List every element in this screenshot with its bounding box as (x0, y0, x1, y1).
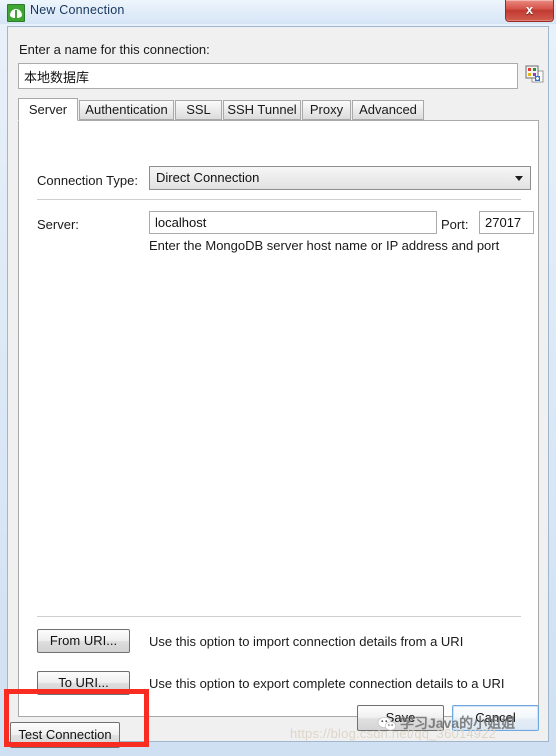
from-uri-button[interactable]: From URI... (37, 629, 130, 653)
tab-server[interactable]: Server (18, 98, 78, 121)
tab-advanced[interactable]: Advanced (352, 100, 424, 120)
test-connection-button[interactable]: Test Connection (10, 722, 120, 748)
tab-authentication[interactable]: Authentication (79, 100, 174, 120)
cancel-button[interactable]: Cancel (452, 705, 539, 731)
mongodb-leaf-icon (7, 4, 25, 22)
save-button[interactable]: Save (357, 705, 444, 731)
chevron-down-icon (515, 176, 523, 181)
tab-proxy[interactable]: Proxy (302, 100, 351, 120)
divider-bottom (37, 616, 521, 617)
color-swatch-icon[interactable] (525, 65, 544, 84)
close-icon[interactable]: x (505, 0, 554, 22)
connection-type-select[interactable]: Direct Connection (149, 166, 531, 190)
connection-type-label: Connection Type: (37, 173, 138, 188)
connection-type-value: Direct Connection (156, 170, 260, 185)
title-bar: New Connection x (0, 0, 556, 24)
port-label: Port: (441, 217, 469, 232)
window-title: New Connection (30, 3, 125, 17)
connection-name-label: Enter a name for this connection: (19, 42, 210, 57)
server-host-input[interactable] (149, 211, 437, 234)
server-hint-text: Enter the MongoDB server host name or IP… (149, 238, 500, 253)
tab-strip: Server Authentication SSL SSH Tunnel Pro… (18, 98, 539, 121)
tab-ssl[interactable]: SSL (175, 100, 222, 120)
to-uri-button[interactable]: To URI... (37, 671, 130, 695)
divider-top (37, 199, 521, 200)
connection-name-input[interactable] (18, 63, 518, 89)
new-connection-window: New Connection x Enter a name for this c… (0, 0, 556, 756)
dialog-body: Enter a name for this connection: Server… (7, 26, 549, 742)
from-uri-description: Use this option to import connection det… (149, 634, 464, 649)
tab-ssh-tunnel[interactable]: SSH Tunnel (223, 100, 301, 120)
server-host-label: Server: (37, 217, 79, 232)
to-uri-description: Use this option to export complete conne… (149, 676, 505, 691)
server-tab-panel: Connection Type: Direct Connection Serve… (18, 120, 539, 717)
port-input[interactable] (479, 211, 534, 234)
